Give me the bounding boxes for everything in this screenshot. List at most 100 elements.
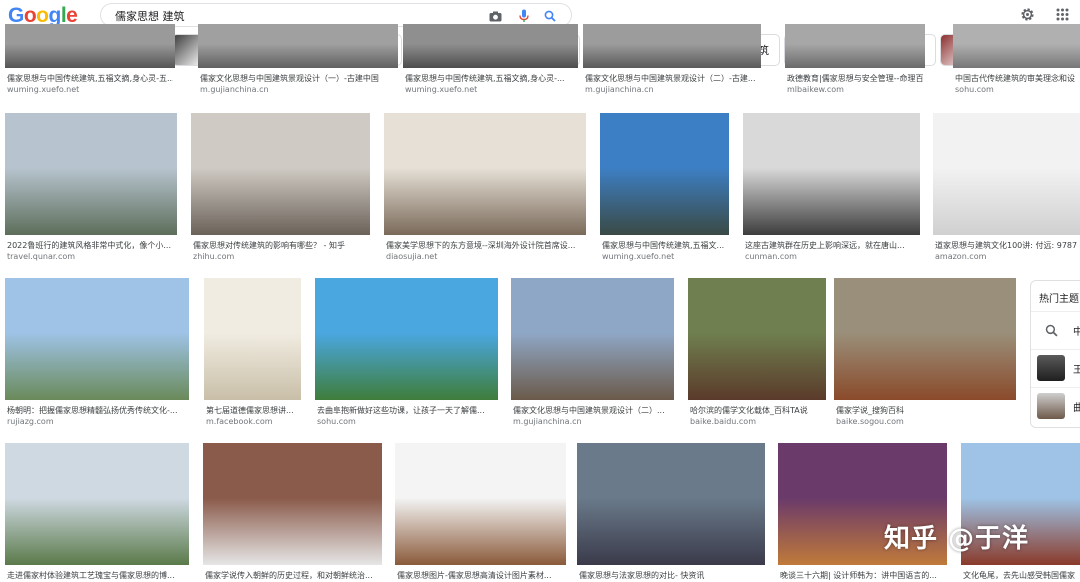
result-caption[interactable]: 儒家思想图片-儒家思想高清设计图片素材...	[397, 570, 564, 581]
result-thumbnail[interactable]	[395, 443, 566, 565]
image-result[interactable]: 道家思想与建筑文化100讲: 付远: 9787... amazon.com	[933, 113, 1080, 265]
result-source[interactable]: m.gujianchina.cn	[200, 84, 269, 95]
result-caption[interactable]: 儒家思想与中国传统建筑,五福文摘,身心灵-五...	[7, 73, 173, 84]
result-source[interactable]: zhihu.com	[193, 251, 234, 262]
result-caption[interactable]: 去曲阜抱新做好这些功课，让孩子一天了解儒...	[317, 405, 496, 416]
result-caption[interactable]: 儒家文化思想与中国建筑景观设计（一）-古建中国	[200, 73, 396, 84]
result-thumbnail[interactable]	[5, 443, 189, 565]
image-result[interactable]: 儒家文化思想与中国建筑景观设计（二）... m.gujianchina.cn	[511, 278, 674, 430]
apps-icon[interactable]	[1054, 6, 1070, 22]
zhihu-watermark: 知乎 @于洋	[884, 524, 1030, 554]
microphone-icon[interactable]	[516, 8, 532, 24]
result-source[interactable]: sohu.com	[317, 416, 356, 427]
image-result[interactable]: 儒家思想图片-儒家思想高清设计图片素材...	[395, 443, 566, 582]
result-caption[interactable]: 儒家思想与中国传统建筑,五福文...	[602, 240, 727, 251]
result-thumbnail[interactable]	[834, 278, 1016, 400]
result-caption[interactable]: 2022鲁班行的建筑风格非常中式化，像个小...	[7, 240, 175, 251]
result-thumbnail[interactable]	[5, 278, 189, 400]
result-caption[interactable]: 这座古建筑群在历史上影响深远，就在唐山...	[745, 240, 918, 251]
result-caption[interactable]: 儒家思想对传统建筑的影响有哪些？ - 知乎	[193, 240, 368, 251]
result-caption[interactable]: 儒家文化思想与中国建筑景观设计（二）-古建...	[585, 73, 759, 84]
image-result[interactable]: 文化龟尾，去先山感受韩国儒家	[961, 443, 1080, 582]
image-result[interactable]: 2022鲁班行的建筑风格非常中式化，像个小... travel.qunar.com	[5, 113, 177, 265]
result-caption[interactable]: 道家思想与建筑文化100讲: 付远: 9787...	[935, 240, 1078, 251]
result-source[interactable]: cunman.com	[745, 251, 797, 262]
result-thumbnail[interactable]	[933, 113, 1080, 235]
image-result[interactable]: 第七届道德儒家思想讲... m.facebook.com	[204, 278, 301, 430]
image-result[interactable]: 走进儒家村体验建筑工艺瑰宝与儒家思想的博...	[5, 443, 189, 582]
result-caption[interactable]: 文化龟尾，去先山感受韩国儒家	[963, 570, 1078, 581]
result-thumbnail[interactable]	[315, 278, 498, 400]
result-source[interactable]: wuming.xuefo.net	[7, 84, 79, 95]
result-source[interactable]: baike.sogou.com	[836, 416, 904, 427]
result-source[interactable]: diaosujia.net	[386, 251, 437, 262]
result-source[interactable]: wuming.xuefo.net	[602, 251, 674, 262]
image-result[interactable]: 儒家学说_搜狗百科 baike.sogou.com	[834, 278, 1016, 430]
image-result[interactable]: 中国古代传统建筑的审美理念和设 sohu.com	[953, 24, 1080, 98]
result-source[interactable]: m.gujianchina.cn	[513, 416, 582, 427]
result-source[interactable]: travel.qunar.com	[7, 251, 75, 262]
result-source[interactable]: wuming.xuefo.net	[405, 84, 477, 95]
result-thumbnail[interactable]	[403, 24, 578, 68]
image-result[interactable]: 儒家美学思想下的东方意境--深圳海外设计院首席设... diaosujia.net	[384, 113, 586, 265]
result-thumbnail[interactable]	[203, 443, 382, 565]
image-result[interactable]: 儒家文化思想与中国建筑景观设计（二）-古建... m.gujianchina.cn	[583, 24, 761, 98]
result-caption[interactable]: 中国古代传统建筑的审美理念和设	[955, 73, 1078, 84]
image-result[interactable]: 儒家思想对传统建筑的影响有哪些？ - 知乎 zhihu.com	[191, 113, 370, 265]
hot-topic-item[interactable]: 中	[1031, 311, 1080, 347]
result-thumbnail[interactable]	[511, 278, 674, 400]
hot-topic-item[interactable]: 曲	[1031, 387, 1080, 423]
result-thumbnail[interactable]	[204, 278, 301, 400]
result-source[interactable]: baike.baidu.com	[690, 416, 756, 427]
result-caption[interactable]: 儒家思想与法家思想的对比- 快资讯	[579, 570, 763, 581]
hot-topic-item[interactable]: 王	[1031, 349, 1080, 385]
image-result[interactable]: 杨朝明：把握儒家思想精髓弘扬优秀传统文化-... rujiazg.com	[5, 278, 189, 430]
result-caption[interactable]: 晚谈三十六期| 设计师韩为：讲中国语言的...	[780, 570, 945, 581]
image-result[interactable]: 儒家思想与中国传统建筑,五福文... wuming.xuefo.net	[600, 113, 729, 265]
result-caption[interactable]: 儒家美学思想下的东方意境--深圳海外设计院首席设...	[386, 240, 584, 251]
result-caption[interactable]: 哈尔滨的儒学文化载体_百科TA说	[690, 405, 824, 416]
result-caption[interactable]: 儒家思想与中国传统建筑,五福文摘,身心灵-...	[405, 73, 576, 84]
image-result[interactable]: 儒家文化思想与中国建筑景观设计（一）-古建中国 m.gujianchina.cn	[198, 24, 398, 98]
result-thumbnail[interactable]	[198, 24, 398, 68]
result-thumbnail[interactable]	[600, 113, 729, 235]
image-result[interactable]: 哈尔滨的儒学文化载体_百科TA说 baike.baidu.com	[688, 278, 826, 430]
result-caption[interactable]: 第七届道德儒家思想讲...	[206, 405, 299, 416]
result-thumbnail[interactable]	[785, 24, 925, 68]
result-source[interactable]: mlbaikew.com	[787, 84, 844, 95]
result-thumbnail[interactable]	[5, 113, 177, 235]
hot-topic-label: 王	[1073, 365, 1080, 376]
image-result[interactable]: 儒家思想与法家思想的对比- 快资讯	[577, 443, 765, 582]
result-caption[interactable]: 儒家学说_搜狗百科	[836, 405, 1014, 416]
image-result[interactable]: 政德教育|儒家思想与安全管理--命理百科 mlbaikew.com	[785, 24, 925, 98]
image-result[interactable]: 去曲阜抱新做好这些功课，让孩子一天了解儒... sohu.com	[315, 278, 498, 430]
result-source[interactable]: amazon.com	[935, 251, 986, 262]
result-thumbnail[interactable]	[688, 278, 826, 400]
image-result[interactable]: 这座古建筑群在历史上影响深远，就在唐山... cunman.com	[743, 113, 920, 265]
result-caption[interactable]: 儒家文化思想与中国建筑景观设计（二）...	[513, 405, 672, 416]
result-source[interactable]: m.gujianchina.cn	[585, 84, 654, 95]
result-thumbnail[interactable]	[577, 443, 765, 565]
image-result[interactable]: 儒家思想与中国传统建筑,五福文摘,身心灵-... wuming.xuefo.net	[403, 24, 578, 98]
result-caption[interactable]: 儒家学说传入朝鲜的历史过程，和对朝鲜统治...	[205, 570, 380, 581]
search-icon[interactable]	[542, 8, 558, 24]
result-source[interactable]: m.facebook.com	[206, 416, 273, 427]
result-source[interactable]: sohu.com	[955, 84, 994, 95]
image-result[interactable]: 晚谈三十六期| 设计师韩为：讲中国语言的...	[778, 443, 947, 582]
result-thumbnail[interactable]	[583, 24, 761, 68]
result-thumbnail[interactable]	[5, 24, 175, 68]
result-thumbnail[interactable]	[384, 113, 586, 235]
result-thumbnail[interactable]	[191, 113, 370, 235]
search-input[interactable]	[115, 7, 475, 24]
image-result[interactable]: 儒家思想与中国传统建筑,五福文摘,身心灵-五... wuming.xuefo.ne…	[5, 24, 175, 98]
camera-icon[interactable]	[487, 8, 503, 24]
result-caption[interactable]: 走进儒家村体验建筑工艺瑰宝与儒家思想的博...	[7, 570, 187, 581]
result-caption[interactable]: 政德教育|儒家思想与安全管理--命理百科	[787, 73, 923, 84]
result-thumbnail[interactable]	[743, 113, 920, 235]
search-icon	[1037, 317, 1065, 343]
result-caption[interactable]: 杨朝明：把握儒家思想精髓弘扬优秀传统文化-...	[7, 405, 187, 416]
result-source[interactable]: rujiazg.com	[7, 416, 54, 427]
image-result[interactable]: 儒家学说传入朝鲜的历史过程，和对朝鲜统治...	[203, 443, 382, 582]
settings-icon[interactable]	[1019, 6, 1035, 22]
result-thumbnail[interactable]	[953, 24, 1080, 68]
